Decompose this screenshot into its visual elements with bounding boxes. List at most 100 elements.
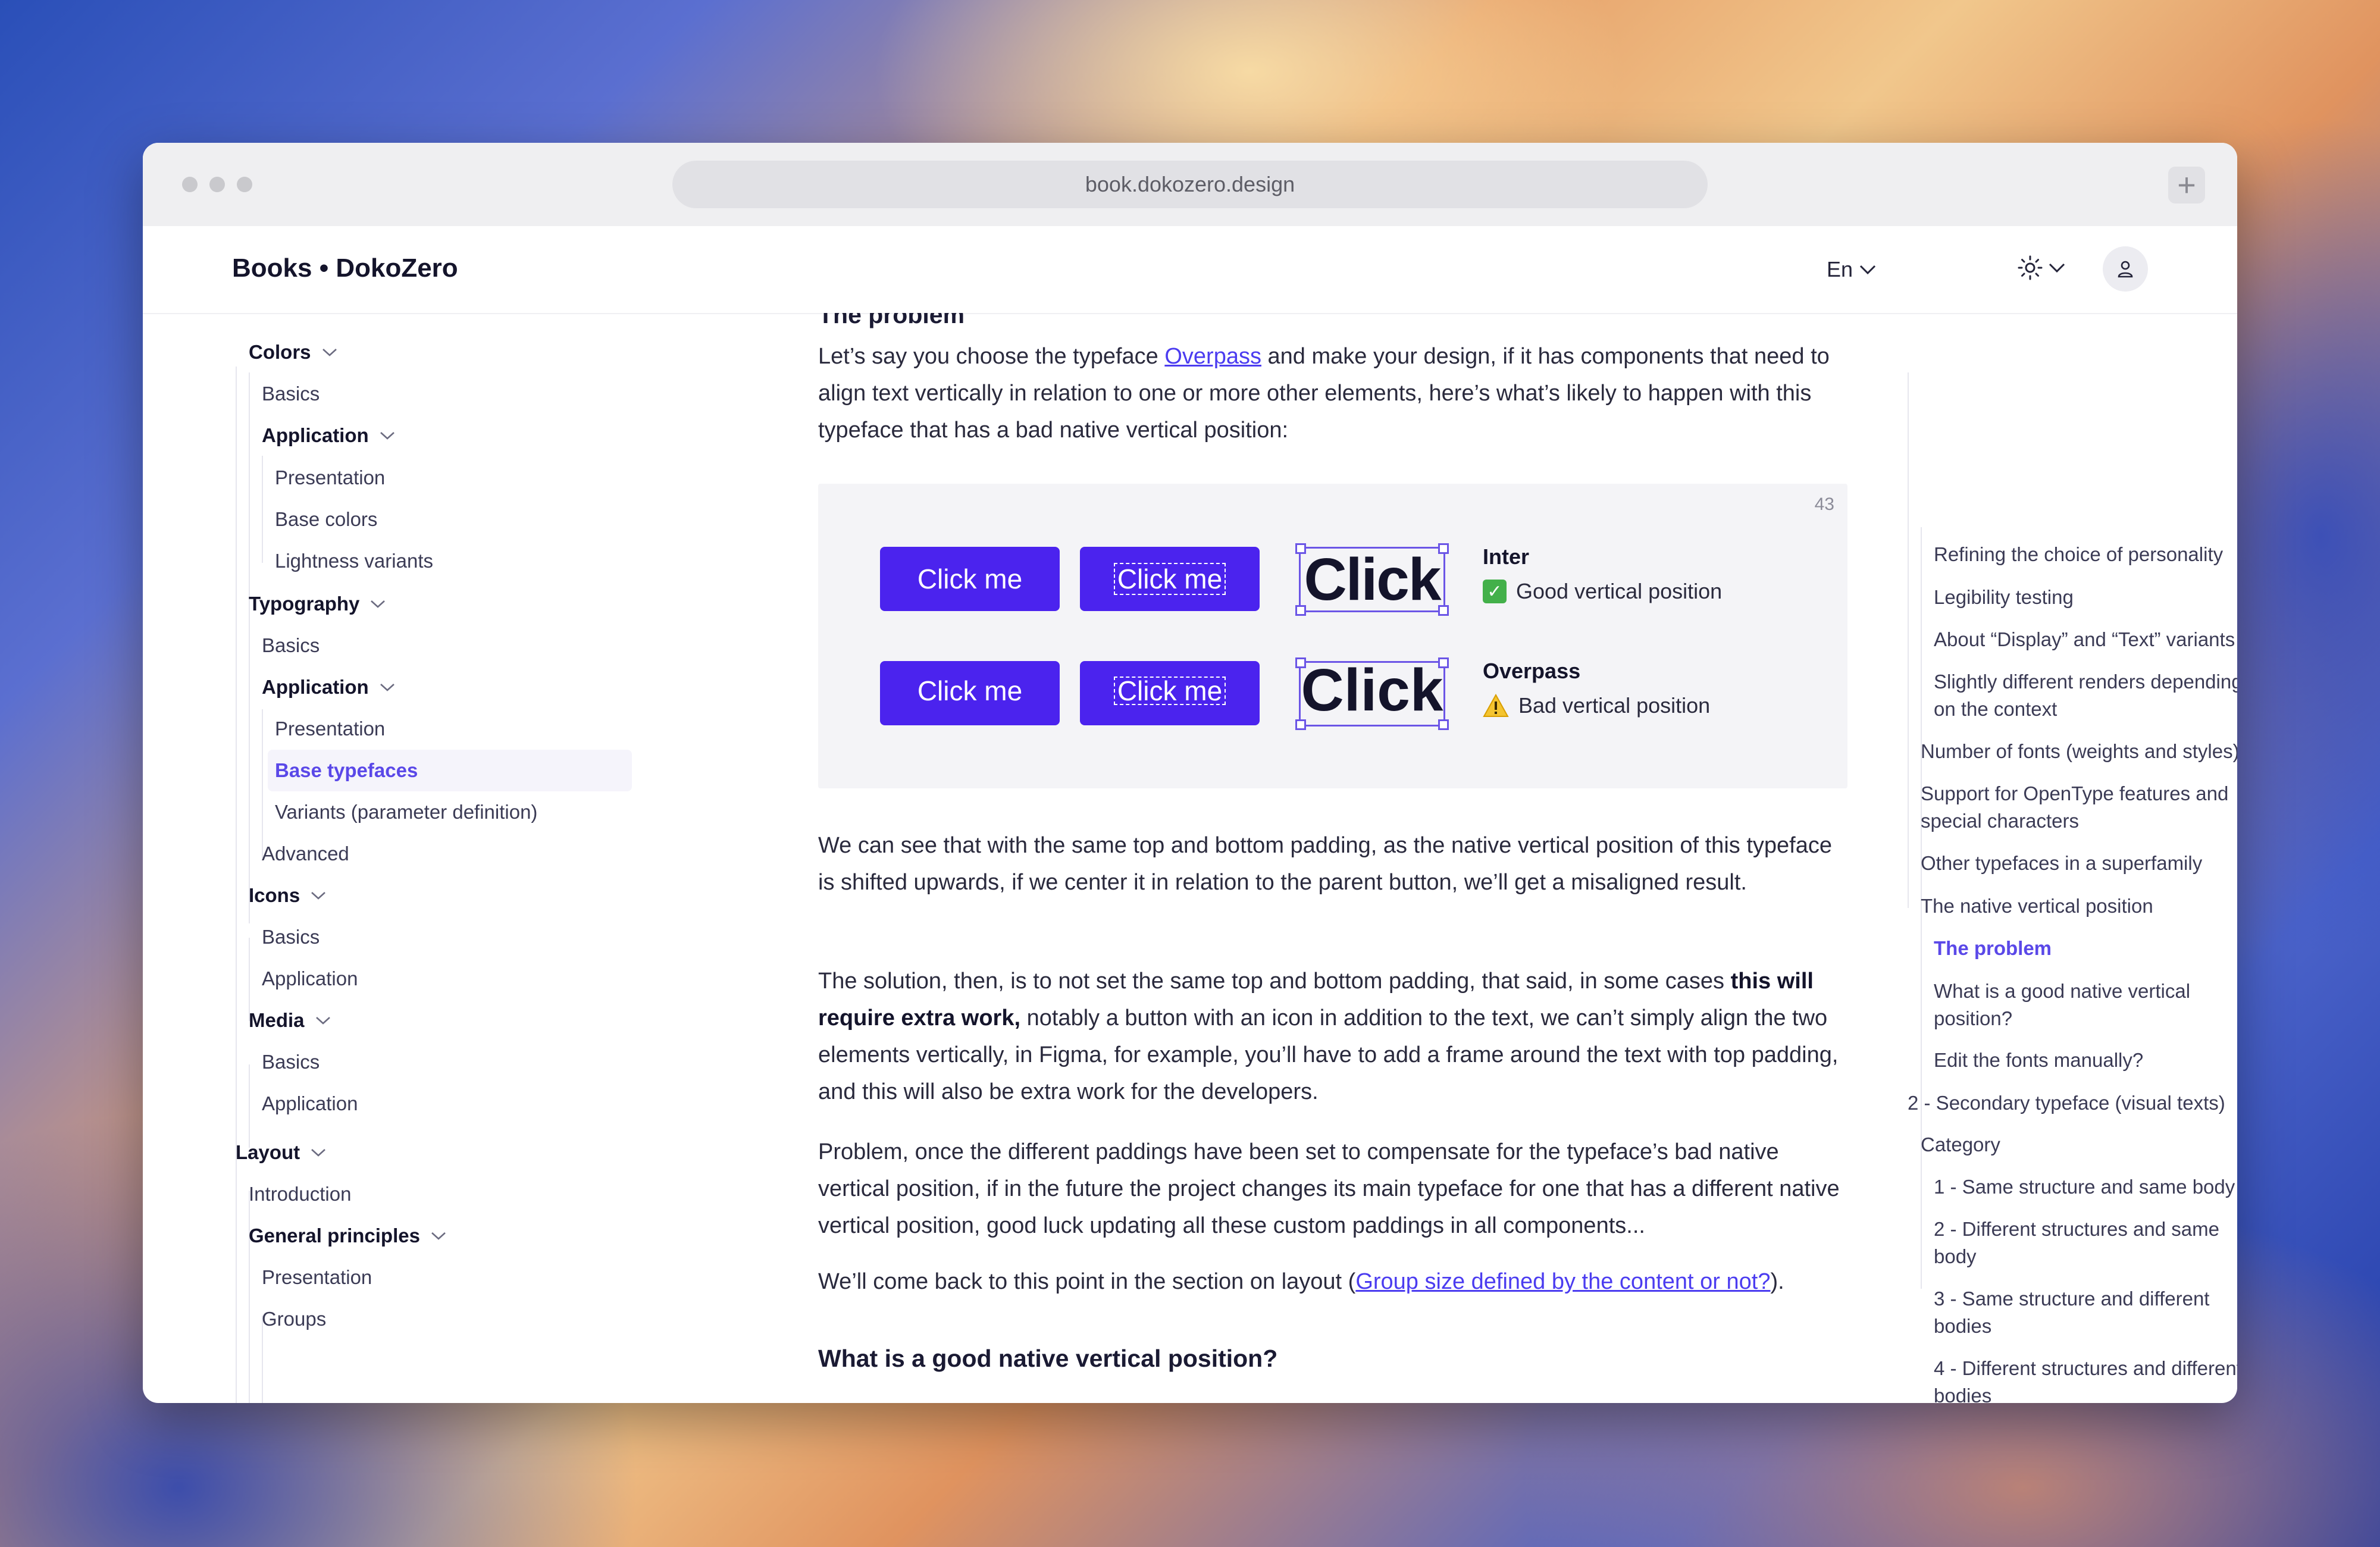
- nav-guide-line: [262, 456, 263, 563]
- resize-handle: [1438, 719, 1449, 730]
- sidebar-item-label: Advanced: [262, 843, 349, 865]
- sidebar-item-basics[interactable]: Basics: [262, 625, 320, 666]
- sidebar-item-presentation[interactable]: Presentation: [275, 708, 385, 750]
- inter-button-outlined: Click me: [1080, 547, 1260, 611]
- sidebar-item-presentation[interactable]: Presentation: [262, 1257, 372, 1298]
- sidebar-item-basics[interactable]: Basics: [262, 1041, 320, 1083]
- sidebar-item-basics[interactable]: Basics: [262, 373, 320, 415]
- sidebar-item-application[interactable]: Application: [262, 1083, 358, 1125]
- sidebar-item-label: Base colors: [275, 508, 378, 530]
- sidebar-item-application[interactable]: Application: [262, 666, 396, 708]
- sidebar-item-application[interactable]: Application: [262, 958, 358, 1000]
- button-label: Click me: [917, 563, 1023, 594]
- sidebar-item-label: Presentation: [275, 718, 386, 740]
- sidebar-item-typography[interactable]: Typography: [249, 583, 387, 625]
- toc-item-edit-the-fonts-manually[interactable]: Edit the fonts manually?: [1934, 1047, 2237, 1074]
- toc-item-other-typefaces-in-a-superfamily[interactable]: Other typefaces in a superfamily: [1921, 850, 2237, 877]
- sidebar-item-lightness-variants[interactable]: Lightness variants: [275, 540, 433, 582]
- resize-handle: [1438, 657, 1449, 668]
- paragraph-text: We’ll come back to this point in the sec…: [818, 1269, 1356, 1294]
- group-size-link[interactable]: Group size defined by the content or not…: [1355, 1269, 1770, 1294]
- theme-selector[interactable]: [2017, 255, 2066, 281]
- toc-item-slightly-different-renders-depending-on-the-context[interactable]: Slightly different renders depending on …: [1934, 668, 2237, 723]
- address-bar[interactable]: book.dokozero.design: [672, 161, 1708, 208]
- sidebar-item-label: Media: [249, 1009, 305, 1031]
- toc-item-4-different-structures-and-different-bodies[interactable]: 4 - Different structures and different b…: [1934, 1355, 2237, 1403]
- sidebar-item-label: Typography: [249, 593, 360, 615]
- window-minimize-button[interactable]: [209, 177, 225, 192]
- resize-handle: [1295, 605, 1306, 616]
- sidebar-item-application[interactable]: Application: [262, 415, 396, 456]
- toc-item-about-display-and-text-variants[interactable]: About “Display” and “Text” variants: [1934, 626, 2237, 653]
- resize-handle: [1295, 543, 1306, 554]
- toc-item-1-same-structure-and-same-body[interactable]: 1 - Same structure and same body: [1934, 1173, 2237, 1201]
- toc-item-refining-the-choice-of-personality[interactable]: Refining the choice of personality: [1934, 541, 2237, 568]
- button-label: Click me: [1113, 563, 1226, 595]
- sidebar-item-general-principles[interactable]: General principles: [249, 1215, 447, 1257]
- button-label: Click me: [1113, 677, 1226, 705]
- toc-item-2-secondary-typeface-visual-texts[interactable]: 2 - Secondary typeface (visual texts): [1908, 1089, 2237, 1117]
- overpass-button-outlined: Click me: [1080, 661, 1260, 725]
- click-text: Click: [1301, 656, 1443, 724]
- toc-item-number-of-fonts-weights-and-styles[interactable]: Number of fonts (weights and styles): [1921, 738, 2237, 765]
- window-zoom-button[interactable]: [237, 177, 252, 192]
- chevron-down-icon: [380, 684, 394, 691]
- account-button[interactable]: [2103, 246, 2148, 292]
- resize-handle: [1438, 605, 1449, 616]
- toc-item-the-native-vertical-position[interactable]: The native vertical position: [1921, 892, 2237, 920]
- figure-number: 43: [1814, 494, 1834, 514]
- inter-click-text-box: Click: [1295, 543, 1449, 616]
- sidebar-item-label: Presentation: [262, 1266, 372, 1288]
- sidebar-item-layout[interactable]: Layout: [236, 1132, 327, 1173]
- chevron-down-icon: [2049, 263, 2065, 273]
- heading-good-native-vertical-position: What is a good native vertical position?: [818, 1345, 1278, 1372]
- sidebar-item-base-colors[interactable]: Base colors: [275, 499, 377, 540]
- sidebar-item-presentation[interactable]: Presentation: [275, 457, 385, 499]
- status-text: Good vertical position: [1516, 579, 1723, 603]
- window-close-button[interactable]: [182, 177, 198, 192]
- user-icon: [2118, 261, 2133, 278]
- toc-item-support-for-opentype-features-and-special-characters[interactable]: Support for OpenType features and specia…: [1921, 780, 2237, 835]
- sidebar-item-icons[interactable]: Icons: [249, 875, 327, 916]
- sidebar-item-label: Application: [262, 424, 369, 446]
- overpass-button: Click me: [880, 661, 1060, 725]
- sidebar-item-base-typefaces[interactable]: Base typefaces: [268, 750, 632, 791]
- sidebar-item-label: Introduction: [249, 1183, 352, 1205]
- chevron-down-icon: [1859, 265, 1876, 275]
- new-tab-button[interactable]: +: [2168, 167, 2205, 203]
- sidebar-item-advanced[interactable]: Advanced: [262, 833, 349, 875]
- toc-item-legibility-testing[interactable]: Legibility testing: [1934, 584, 2237, 611]
- resize-handle: [1295, 657, 1306, 668]
- sidebar-item-introduction[interactable]: Introduction: [249, 1173, 351, 1215]
- sidebar-item-variants-parameter-definition[interactable]: Variants (parameter definition): [275, 791, 537, 833]
- toc-item-what-is-a-good-native-vertical-position[interactable]: What is a good native vertical position?: [1934, 978, 2237, 1032]
- site-brand-link[interactable]: Books • DokoZero: [232, 253, 458, 283]
- status-good: ✓ Good vertical position: [1483, 579, 1722, 604]
- sidebar-item-colors[interactable]: Colors: [249, 331, 339, 373]
- paragraph-text: ).: [1770, 1269, 1784, 1294]
- overpass-link[interactable]: Overpass: [1164, 344, 1261, 369]
- sidebar-item-media[interactable]: Media: [249, 1000, 332, 1041]
- sidebar-item-basics[interactable]: Basics: [262, 916, 320, 958]
- chevron-down-icon: [311, 892, 326, 900]
- address-bar-url: book.dokozero.design: [1085, 172, 1295, 196]
- paragraph-result: We can see that with the same top and bo…: [818, 833, 1832, 895]
- site-header: Books • DokoZero En: [143, 226, 2237, 314]
- sidebar-item-groups[interactable]: Groups: [262, 1298, 326, 1340]
- language-selector[interactable]: En: [1827, 257, 1877, 282]
- paragraph-problem-paddings: Problem, once the different paddings hav…: [818, 1139, 1840, 1238]
- browser-window: book.dokozero.design + Books • DokoZero …: [143, 143, 2237, 1403]
- sidebar-item-label: Colors: [249, 341, 311, 363]
- sidebar-item-label: Lightness variants: [275, 550, 433, 572]
- sun-icon: [2018, 255, 2043, 280]
- plus-icon: +: [2177, 167, 2196, 203]
- toc-item-2-different-structures-and-same-body[interactable]: 2 - Different structures and same body: [1934, 1216, 2237, 1270]
- chevron-down-icon: [371, 600, 386, 608]
- book-navigation: Colors Basics Application Presentation Base …: [143, 313, 738, 1403]
- toc-item-the-problem[interactable]: The problem: [1934, 935, 2237, 962]
- paragraph-text: The solution, then, is to not set the sa…: [818, 969, 1731, 994]
- toc-item-category[interactable]: Category: [1921, 1131, 2237, 1158]
- paragraph-layout-reference: We’ll come back to this point in the sec…: [818, 1263, 1847, 1300]
- toc-item-3-same-structure-and-different-bodies[interactable]: 3 - Same structure and different bodies: [1934, 1285, 2237, 1340]
- inter-button: Click me: [880, 547, 1060, 611]
